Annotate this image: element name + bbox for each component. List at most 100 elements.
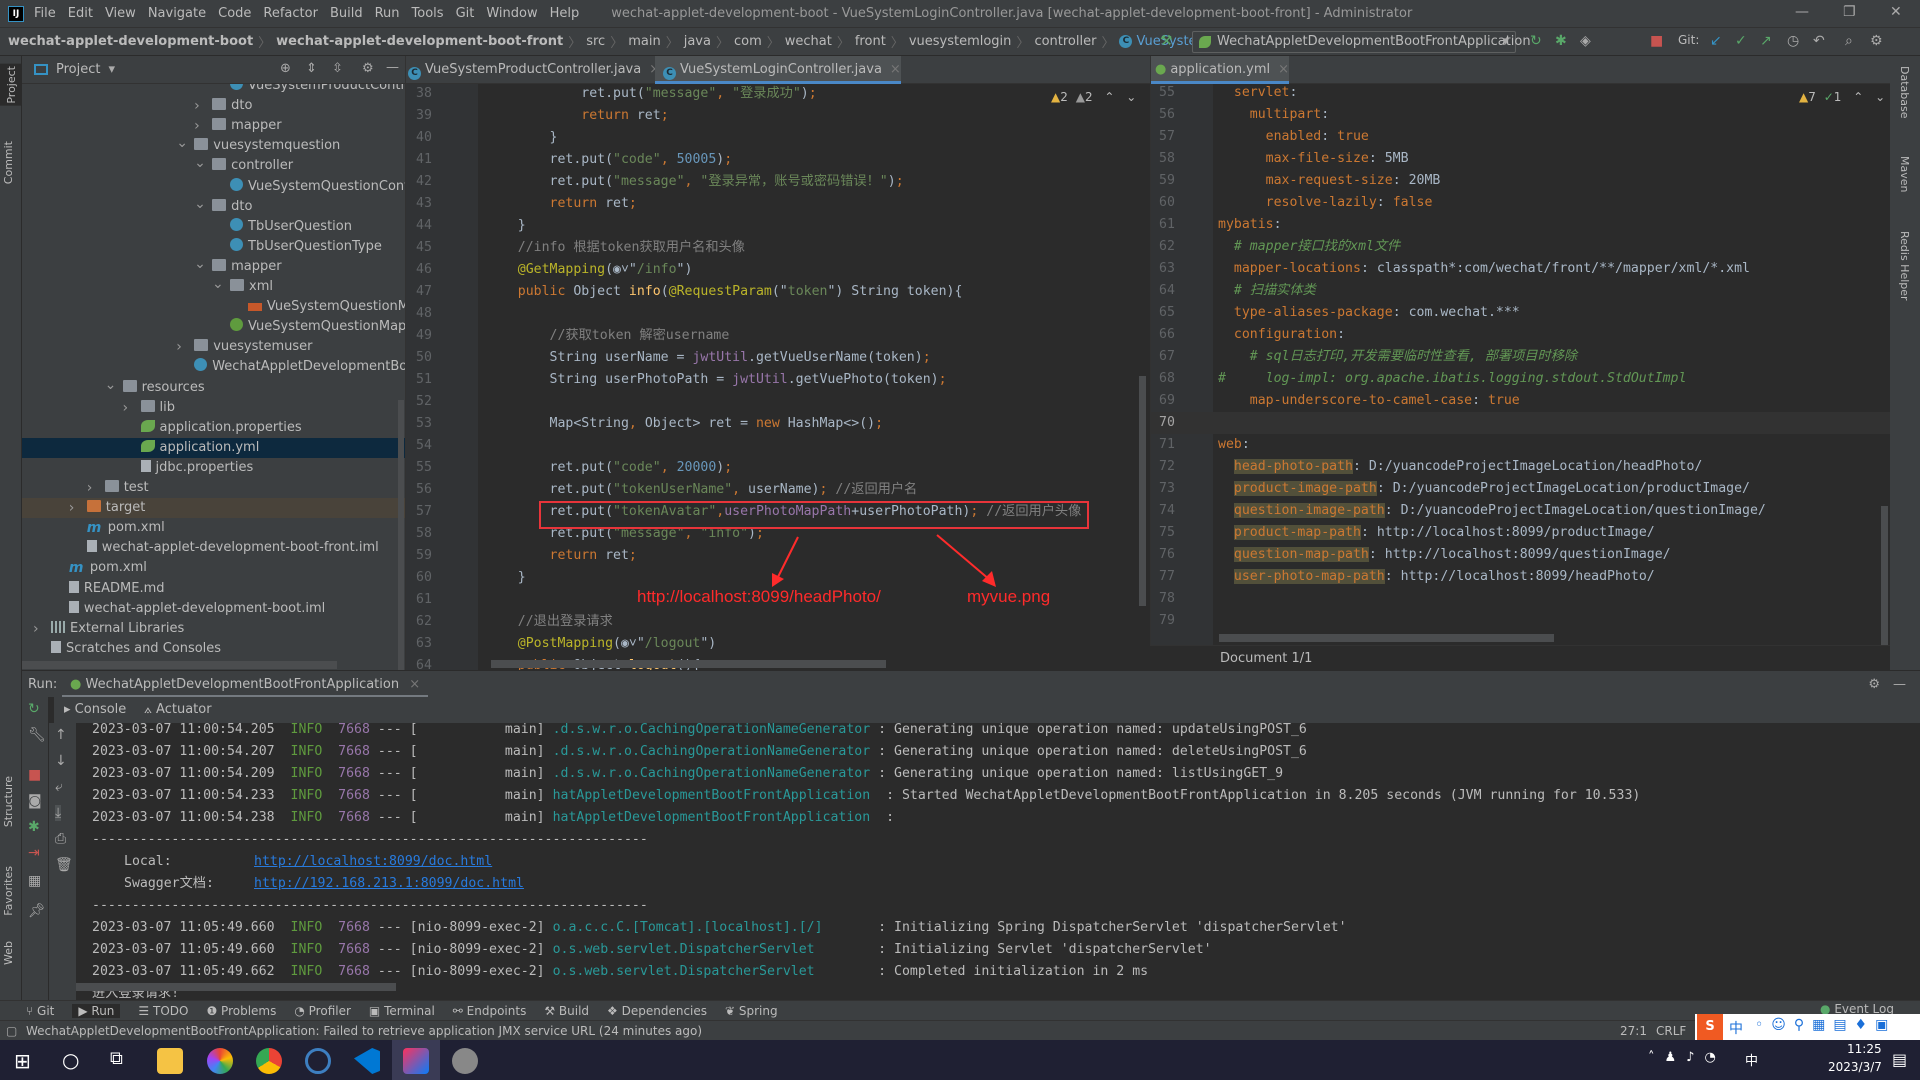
line-number[interactable]: 57 — [416, 501, 456, 523]
breadcrumb-item[interactable]: controller — [1034, 34, 1096, 49]
swagger-url-link[interactable]: http://192.168.213.1:8099/doc.html — [254, 876, 524, 891]
line-number[interactable]: 56 — [1159, 104, 1199, 126]
tree-item[interactable]: wechat-applet-development-boot-front.iml — [22, 538, 405, 558]
tree-item[interactable]: TbUserQuestion — [22, 217, 405, 237]
web-tool-tab[interactable]: Web — [2, 941, 15, 965]
line-number[interactable]: 50 — [416, 347, 456, 369]
tree-item[interactable]: application.yml — [22, 437, 405, 458]
line-number[interactable]: 38 — [416, 83, 456, 105]
line-number[interactable]: 68 — [1159, 368, 1199, 390]
prev-highlight-icon[interactable]: ⌃ — [1853, 90, 1863, 104]
chevron-down-icon[interactable]: ⌄ — [194, 153, 206, 173]
run-config-select[interactable]: WechatAppletDevelopmentBootFrontApplicat… — [1192, 31, 1531, 53]
tree-item[interactable]: › test — [22, 478, 405, 498]
chevron-right-icon[interactable]: › — [194, 116, 200, 136]
line-number[interactable]: 63 — [416, 633, 456, 655]
pin-icon[interactable]: 📌︎ — [28, 903, 46, 919]
line-number[interactable]: 66 — [1159, 324, 1199, 346]
tree-item[interactable]: ⌄ xml — [22, 276, 405, 297]
layout-icon[interactable]: ▦ — [28, 873, 41, 889]
settings-icon[interactable]: ⚙ — [1870, 33, 1883, 49]
expand-all-icon[interactable]: ⇕ — [306, 61, 317, 76]
line-number[interactable]: 55 — [1159, 82, 1199, 104]
editor-hscrollbar[interactable] — [1219, 634, 1554, 642]
stop-icon[interactable]: ■ — [28, 767, 41, 783]
ime-toolbar[interactable]: S 中 ◦☺⚲▦▤♦▣ — [1695, 1014, 1920, 1040]
tree-item[interactable]: jdbc.properties — [22, 458, 405, 478]
tree-item[interactable]: › mapper — [22, 116, 405, 136]
tree-item[interactable]: VueSystemQuestionMap — [22, 297, 405, 317]
project-view-select[interactable]: Project — [56, 62, 100, 77]
windows-start-icon[interactable]: ⊞ — [14, 1049, 31, 1073]
breadcrumb-item[interactable]: main — [628, 34, 660, 49]
task-view-icon[interactable]: ⧉ — [110, 1048, 123, 1069]
chevron-right-icon[interactable]: › — [69, 498, 75, 518]
next-highlight-icon[interactable]: ⌄ — [1875, 90, 1885, 104]
run-subtab-console[interactable]: ▸ Console — [64, 697, 135, 725]
yaml-editor[interactable]: ● application.yml × 55 servlet: 56 multipar… — [1150, 56, 1890, 645]
inspection-widget[interactable]: ▲2 ▲2 ⌃ ⌄ — [1051, 90, 1136, 104]
tree-item[interactable]: README.md — [22, 579, 405, 599]
line-number[interactable]: 51 — [416, 369, 456, 391]
scroll-to-end-icon[interactable]: ⤓ — [55, 805, 62, 821]
gear-icon[interactable]: ⚙ — [1868, 671, 1880, 698]
tray-icons[interactable]: ˄♟♪◔ — [1648, 1050, 1726, 1065]
scroll-down-icon[interactable]: ↓ — [55, 753, 67, 769]
redis-tool-tab[interactable]: Redis Helper — [1898, 231, 1911, 301]
line-number[interactable]: 71 — [1159, 434, 1199, 456]
breadcrumb-item[interactable]: wechat-applet-development-boot — [8, 34, 253, 49]
tree-item[interactable]: › lib — [22, 398, 405, 418]
chevron-right-icon[interactable]: › — [33, 619, 39, 639]
line-number[interactable]: 42 — [416, 171, 456, 193]
tree-item[interactable]: VueSystemProductControlle — [22, 84, 405, 96]
chrome-icon[interactable] — [256, 1048, 282, 1074]
status-message[interactable]: WechatAppletDevelopmentBootFrontApplicat… — [26, 1024, 702, 1038]
tool-window-git[interactable]: ⑂ Git — [26, 1004, 54, 1018]
breadcrumb-item[interactable]: wechat — [785, 34, 832, 49]
chevron-right-icon[interactable]: › — [87, 478, 93, 498]
git-commit-icon[interactable]: ✓ — [1735, 33, 1747, 49]
hide-icon[interactable]: — — [1893, 671, 1906, 698]
inspection-widget[interactable]: ▲7 ✓1 ⌃ ⌄ — [1799, 90, 1885, 104]
close-icon[interactable]: ✕ — [1890, 4, 1902, 20]
git-push-icon[interactable]: ↗ — [1760, 33, 1772, 49]
tool-window-terminal[interactable]: ▣ Terminal — [369, 1004, 435, 1018]
chevron-right-icon[interactable]: › — [123, 398, 129, 418]
webstorm-icon[interactable] — [305, 1048, 331, 1074]
tree-item[interactable]: › target — [22, 498, 405, 519]
line-number[interactable]: 56 — [416, 479, 456, 501]
collapse-all-icon[interactable]: ⇳ — [332, 61, 343, 76]
tool-window-endpoints[interactable]: ⚯ Endpoints — [453, 1004, 527, 1018]
close-tab-icon[interactable]: × — [409, 677, 420, 692]
tree-item[interactable]: VueSystemQuestionControll — [22, 177, 405, 197]
menu-item-git[interactable]: Git — [456, 6, 475, 21]
menu-item-view[interactable]: View — [105, 6, 136, 21]
line-number[interactable]: 46 — [416, 259, 456, 281]
tree-item[interactable]: ⌄ resources — [22, 377, 405, 398]
line-number[interactable]: 55 — [416, 457, 456, 479]
line-separator[interactable]: CRLF — [1656, 1021, 1686, 1041]
vscode-icon[interactable] — [354, 1048, 380, 1074]
code-area[interactable]: 55 servlet: 56 multipart: 57 enabled: true… — [1151, 84, 1890, 645]
menu-item-help[interactable]: Help — [550, 6, 580, 21]
line-number[interactable]: 60 — [416, 567, 456, 589]
line-number[interactable]: 67 — [1159, 346, 1199, 368]
ime-mode[interactable]: 中 — [1729, 1018, 1743, 1038]
breadcrumb-item[interactable]: front — [855, 34, 886, 49]
line-number[interactable]: 39 — [416, 105, 456, 127]
local-url-link[interactable]: http://localhost:8099/doc.html — [254, 854, 492, 869]
project-hscrollbar[interactable] — [22, 661, 337, 669]
menu-item-edit[interactable]: Edit — [68, 6, 93, 21]
line-number[interactable]: 62 — [416, 611, 456, 633]
prev-highlight-icon[interactable]: ⌃ — [1104, 90, 1114, 104]
menu-item-navigate[interactable]: Navigate — [148, 6, 206, 21]
structure-tool-tab[interactable]: Structure — [2, 776, 15, 827]
line-number[interactable]: 48 — [416, 303, 456, 325]
console-output[interactable]: 2023-03-07 11:00:54.205 INFO 7668 --- [ … — [76, 723, 1920, 1000]
tree-item[interactable]: › External Libraries — [22, 619, 405, 639]
ime-indicator[interactable]: 中 — [1745, 1050, 1758, 1069]
line-number[interactable]: 58 — [416, 523, 456, 545]
line-number[interactable]: 61 — [416, 589, 456, 611]
menu-item-file[interactable]: File — [34, 6, 56, 21]
line-number[interactable]: 54 — [416, 435, 456, 457]
